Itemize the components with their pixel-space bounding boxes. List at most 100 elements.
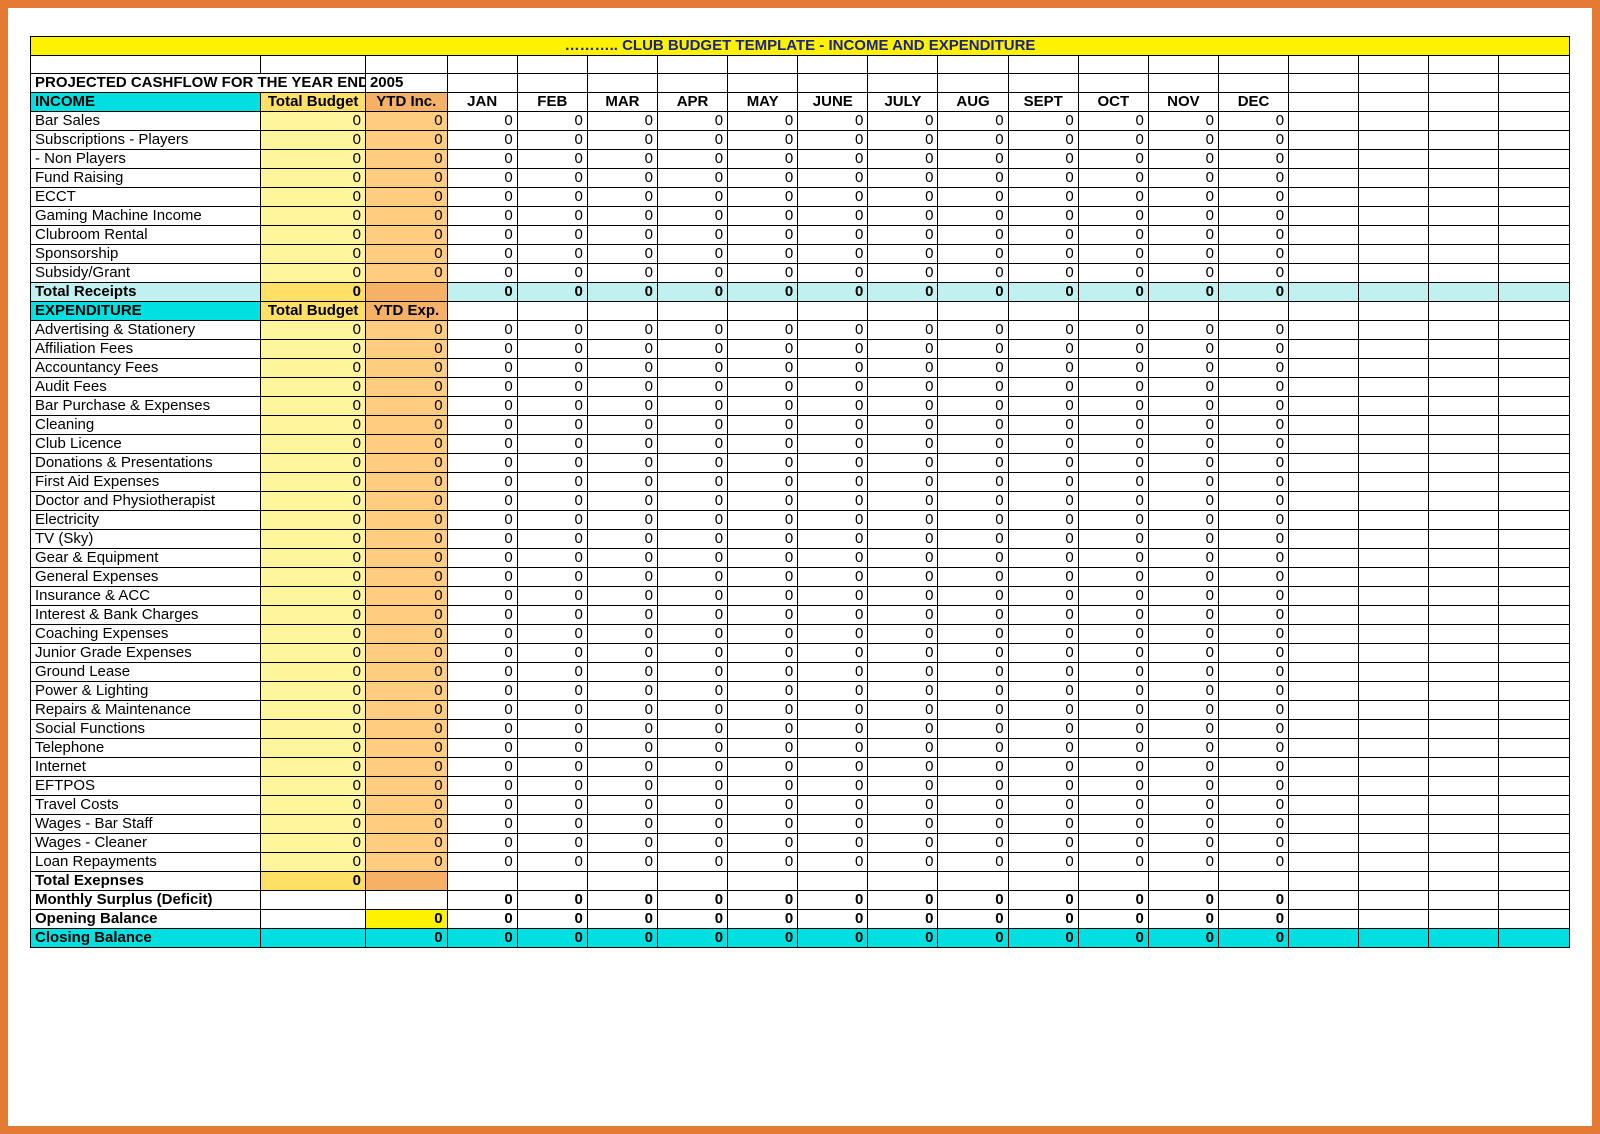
row-month[interactable]: 0 bbox=[868, 492, 938, 511]
row-month[interactable]: 0 bbox=[1218, 777, 1288, 796]
row-month[interactable]: 0 bbox=[657, 131, 727, 150]
row-month[interactable]: 0 bbox=[1218, 131, 1288, 150]
row-month[interactable]: 0 bbox=[587, 188, 657, 207]
row-month[interactable]: 0 bbox=[1078, 853, 1148, 872]
row-month[interactable]: 0 bbox=[657, 701, 727, 720]
row-month[interactable]: 0 bbox=[517, 815, 587, 834]
row-month[interactable]: 0 bbox=[587, 435, 657, 454]
row-month[interactable]: 0 bbox=[657, 644, 727, 663]
row-ytd[interactable]: 0 bbox=[365, 188, 447, 207]
row-month[interactable]: 0 bbox=[1008, 131, 1078, 150]
row-month[interactable]: 0 bbox=[1218, 169, 1288, 188]
row-month[interactable]: 0 bbox=[1008, 188, 1078, 207]
row-month[interactable]: 0 bbox=[587, 492, 657, 511]
row-month[interactable]: 0 bbox=[517, 853, 587, 872]
row-month[interactable]: 0 bbox=[938, 416, 1008, 435]
row-month[interactable]: 0 bbox=[728, 511, 798, 530]
row-month[interactable]: 0 bbox=[938, 112, 1008, 131]
row-month[interactable]: 0 bbox=[1078, 758, 1148, 777]
row-month[interactable]: 0 bbox=[728, 435, 798, 454]
row-budget[interactable]: 0 bbox=[261, 112, 366, 131]
row-month[interactable]: 0 bbox=[517, 112, 587, 131]
row-month[interactable]: 0 bbox=[517, 587, 587, 606]
row-month[interactable]: 0 bbox=[587, 150, 657, 169]
row-month[interactable]: 0 bbox=[798, 454, 868, 473]
row-month[interactable]: 0 bbox=[938, 853, 1008, 872]
row-month[interactable]: 0 bbox=[1008, 606, 1078, 625]
row-month[interactable]: 0 bbox=[1148, 150, 1218, 169]
row-month[interactable]: 0 bbox=[798, 492, 868, 511]
row-month[interactable]: 0 bbox=[1078, 815, 1148, 834]
row-month[interactable]: 0 bbox=[447, 435, 517, 454]
row-ytd[interactable]: 0 bbox=[365, 834, 447, 853]
row-month[interactable]: 0 bbox=[657, 834, 727, 853]
row-month[interactable]: 0 bbox=[868, 568, 938, 587]
row-month[interactable]: 0 bbox=[938, 568, 1008, 587]
row-month[interactable]: 0 bbox=[1148, 454, 1218, 473]
row-month[interactable]: 0 bbox=[1078, 264, 1148, 283]
row-month[interactable]: 0 bbox=[1078, 682, 1148, 701]
row-month[interactable]: 0 bbox=[1218, 853, 1288, 872]
row-month[interactable]: 0 bbox=[728, 416, 798, 435]
row-month[interactable]: 0 bbox=[798, 264, 868, 283]
row-month[interactable]: 0 bbox=[1078, 834, 1148, 853]
row-month[interactable]: 0 bbox=[728, 340, 798, 359]
row-ytd[interactable]: 0 bbox=[365, 112, 447, 131]
row-month[interactable]: 0 bbox=[728, 663, 798, 682]
row-month[interactable]: 0 bbox=[798, 359, 868, 378]
row-month[interactable]: 0 bbox=[447, 511, 517, 530]
row-month[interactable]: 0 bbox=[938, 530, 1008, 549]
row-month[interactable]: 0 bbox=[1078, 530, 1148, 549]
row-month[interactable]: 0 bbox=[517, 207, 587, 226]
row-budget[interactable]: 0 bbox=[261, 511, 366, 530]
row-month[interactable]: 0 bbox=[1148, 245, 1218, 264]
row-month[interactable]: 0 bbox=[728, 682, 798, 701]
row-month[interactable]: 0 bbox=[1078, 701, 1148, 720]
row-month[interactable]: 0 bbox=[587, 720, 657, 739]
row-month[interactable]: 0 bbox=[657, 682, 727, 701]
row-month[interactable]: 0 bbox=[587, 397, 657, 416]
row-month[interactable]: 0 bbox=[728, 853, 798, 872]
row-month[interactable]: 0 bbox=[447, 150, 517, 169]
row-month[interactable]: 0 bbox=[1008, 150, 1078, 169]
row-month[interactable]: 0 bbox=[1008, 169, 1078, 188]
row-month[interactable]: 0 bbox=[517, 188, 587, 207]
row-month[interactable]: 0 bbox=[1008, 207, 1078, 226]
row-month[interactable]: 0 bbox=[517, 435, 587, 454]
row-ytd[interactable]: 0 bbox=[365, 511, 447, 530]
row-month[interactable]: 0 bbox=[587, 663, 657, 682]
row-month[interactable]: 0 bbox=[1008, 815, 1078, 834]
row-month[interactable]: 0 bbox=[938, 264, 1008, 283]
row-month[interactable]: 0 bbox=[587, 644, 657, 663]
row-month[interactable]: 0 bbox=[868, 777, 938, 796]
row-month[interactable]: 0 bbox=[798, 321, 868, 340]
row-month[interactable]: 0 bbox=[938, 226, 1008, 245]
row-month[interactable]: 0 bbox=[1148, 853, 1218, 872]
row-month[interactable]: 0 bbox=[1078, 454, 1148, 473]
row-month[interactable]: 0 bbox=[657, 568, 727, 587]
row-month[interactable]: 0 bbox=[657, 815, 727, 834]
row-month[interactable]: 0 bbox=[587, 530, 657, 549]
row-month[interactable]: 0 bbox=[657, 207, 727, 226]
row-month[interactable]: 0 bbox=[447, 587, 517, 606]
row-month[interactable]: 0 bbox=[1078, 416, 1148, 435]
row-month[interactable]: 0 bbox=[1078, 131, 1148, 150]
row-month[interactable]: 0 bbox=[728, 815, 798, 834]
row-budget[interactable]: 0 bbox=[261, 264, 366, 283]
row-month[interactable]: 0 bbox=[1078, 606, 1148, 625]
row-month[interactable]: 0 bbox=[798, 435, 868, 454]
row-month[interactable]: 0 bbox=[447, 606, 517, 625]
row-month[interactable]: 0 bbox=[798, 625, 868, 644]
row-month[interactable]: 0 bbox=[447, 853, 517, 872]
row-month[interactable]: 0 bbox=[657, 359, 727, 378]
row-month[interactable]: 0 bbox=[447, 777, 517, 796]
row-month[interactable]: 0 bbox=[1078, 112, 1148, 131]
row-month[interactable]: 0 bbox=[1218, 416, 1288, 435]
row-month[interactable]: 0 bbox=[798, 739, 868, 758]
row-month[interactable]: 0 bbox=[517, 606, 587, 625]
row-month[interactable]: 0 bbox=[938, 359, 1008, 378]
row-month[interactable]: 0 bbox=[1008, 416, 1078, 435]
row-month[interactable]: 0 bbox=[938, 777, 1008, 796]
row-month[interactable]: 0 bbox=[517, 169, 587, 188]
row-month[interactable]: 0 bbox=[1148, 777, 1218, 796]
